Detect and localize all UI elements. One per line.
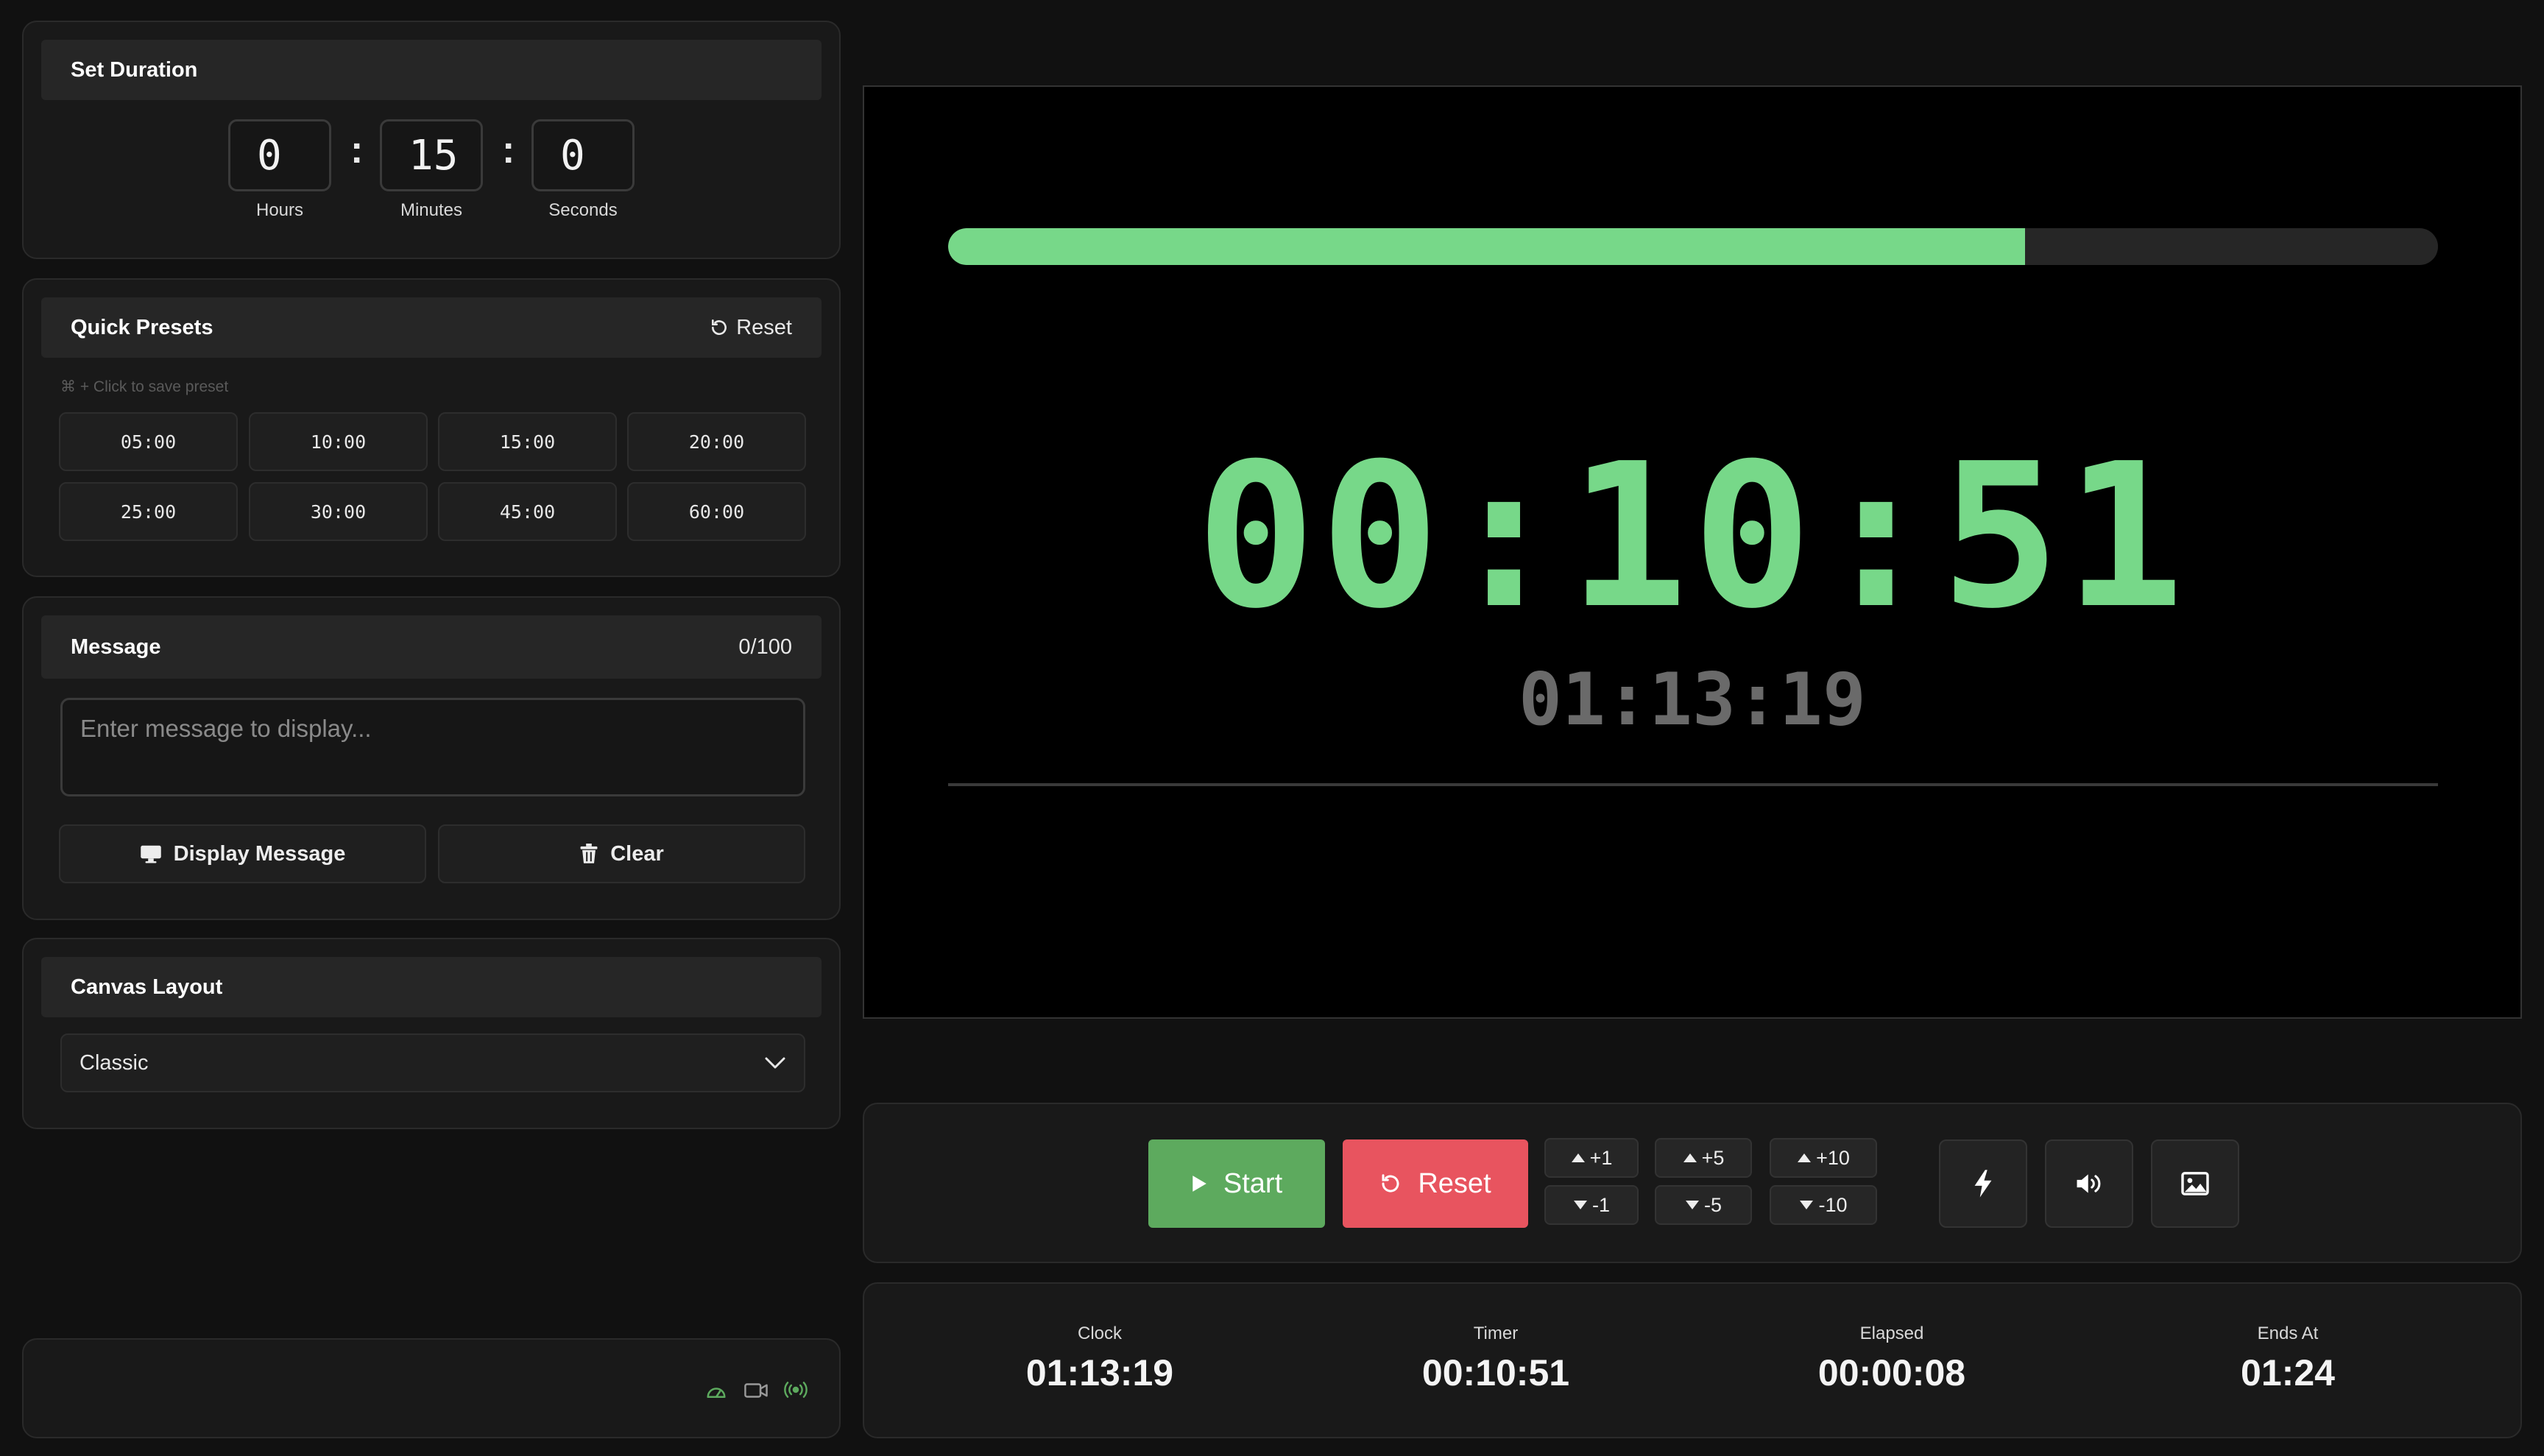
presets-reset-label: Reset — [736, 315, 792, 339]
controls-panel: Start Reset +1 -1 +5 -5 +10 -10 — [863, 1103, 2522, 1263]
preset-button-15-00[interactable]: 15:00 — [438, 412, 617, 471]
add-10-label: +10 — [1816, 1146, 1850, 1169]
minutes-seconds-separator: : — [502, 129, 515, 172]
quick-presets-panel: Quick Presets Reset ⌘ + Click to save pr… — [22, 278, 841, 577]
caret-down-icon — [1685, 1201, 1699, 1209]
seconds-input[interactable]: 0 — [531, 119, 635, 191]
hours-input[interactable]: 0 — [228, 119, 331, 191]
stat-ends-at-label: Ends At — [2257, 1324, 2319, 1343]
canvas-layout-selected: Classic — [80, 1050, 149, 1075]
reset-icon — [712, 319, 727, 336]
canvas-layout-panel: Canvas Layout Classic — [22, 938, 841, 1129]
sound-icon — [2077, 1174, 2101, 1193]
caret-down-icon — [1800, 1201, 1814, 1209]
display-message-button[interactable]: Display Message — [59, 824, 426, 883]
stat-elapsed: Elapsed 00:00:08 — [1730, 1324, 2054, 1394]
quick-presets-header: Quick Presets Reset — [41, 297, 822, 358]
stat-clock-label: Clock — [1077, 1324, 1122, 1343]
stat-elapsed-value: 00:00:08 — [1817, 1352, 1966, 1393]
caret-up-icon — [1683, 1153, 1697, 1162]
display-message-label: Display Message — [173, 841, 346, 866]
stat-timer-value: 00:10:51 — [1421, 1352, 1570, 1393]
set-duration-header: Set Duration — [41, 40, 822, 100]
add-5-minutes-button[interactable]: +5 — [1655, 1138, 1752, 1178]
progress-fill — [948, 228, 2026, 265]
quick-presets-title: Quick Presets — [71, 315, 213, 339]
main-timer-readout: 00:10:51 — [1195, 420, 2189, 652]
clear-message-button[interactable]: Clear — [438, 824, 805, 883]
image-button[interactable] — [2151, 1139, 2239, 1228]
caret-up-icon — [1798, 1153, 1812, 1162]
preset-button-20-00[interactable]: 20:00 — [627, 412, 806, 471]
caret-down-icon — [1573, 1201, 1587, 1209]
add-5-label: +5 — [1701, 1146, 1725, 1169]
canvas-layout-header: Canvas Layout — [41, 957, 822, 1017]
canvas-layout-select[interactable]: Classic — [60, 1033, 805, 1092]
stat-timer: Timer 00:10:51 — [1334, 1324, 1658, 1394]
add-10-minutes-button[interactable]: +10 — [1770, 1138, 1877, 1178]
preset-button-25-00[interactable]: 25:00 — [59, 482, 238, 541]
stats-panel: Clock 01:13:19 Timer 00:10:51 Elapsed 00… — [863, 1282, 2522, 1438]
stat-ends-at: Ends At 01:24 — [2126, 1324, 2450, 1394]
seconds-label: Seconds — [548, 200, 618, 220]
chevron-down-icon — [765, 1057, 785, 1069]
message-char-count: 0/100 — [738, 635, 792, 659]
play-icon — [1192, 1176, 1206, 1192]
broadcast-icon[interactable] — [783, 1379, 808, 1400]
subtract-10-label: -10 — [1818, 1193, 1848, 1216]
canvas-layout-title: Canvas Layout — [71, 975, 223, 999]
caret-up-icon — [1571, 1153, 1585, 1162]
message-header: Message 0/100 — [41, 615, 822, 679]
subtract-1-label: -1 — [1591, 1193, 1610, 1216]
preset-button-05-00[interactable]: 05:00 — [59, 412, 238, 471]
presets-reset-button[interactable]: Reset — [710, 316, 792, 340]
message-input[interactable] — [60, 698, 805, 796]
stat-clock: Clock 01:13:19 — [938, 1324, 1262, 1394]
status-bar-panel — [22, 1338, 841, 1438]
preset-hint: ⌘ + Click to save preset — [60, 378, 229, 395]
sound-button[interactable] — [2045, 1139, 2133, 1228]
camera-icon[interactable] — [743, 1381, 768, 1400]
trash-icon — [580, 844, 598, 863]
reset-icon — [1382, 1174, 1399, 1192]
hours-label: Hours — [255, 200, 304, 220]
preset-button-60-00[interactable]: 60:00 — [627, 482, 806, 541]
subtract-5-minutes-button[interactable]: -5 — [1655, 1185, 1752, 1225]
dashboard-icon[interactable] — [705, 1381, 727, 1400]
flash-button[interactable] — [1939, 1139, 2027, 1228]
preset-button-45-00[interactable]: 45:00 — [438, 482, 617, 541]
hours-minutes-separator: : — [350, 129, 364, 172]
progress-bar — [948, 228, 2438, 265]
preset-button-10-00[interactable]: 10:00 — [249, 412, 428, 471]
set-duration-title: Set Duration — [71, 57, 198, 82]
timer-display: 00:10:51 01:13:19 — [863, 85, 2522, 1019]
preset-button-30-00[interactable]: 30:00 — [249, 482, 428, 541]
subtract-5-label: -5 — [1703, 1193, 1722, 1216]
add-1-label: +1 — [1589, 1146, 1613, 1169]
subtract-1-minute-button[interactable]: -1 — [1544, 1185, 1639, 1225]
reset-button[interactable]: Reset — [1343, 1139, 1528, 1228]
clear-message-label: Clear — [610, 841, 664, 866]
message-title: Message — [71, 635, 161, 659]
message-panel: Message 0/100 Display Message Clear — [22, 596, 841, 920]
monitor-icon — [140, 845, 161, 863]
display-divider — [948, 783, 2438, 786]
set-duration-panel: Set Duration 0 : 15 : 0 Hours Minutes Se… — [22, 21, 841, 259]
stat-timer-label: Timer — [1473, 1324, 1519, 1343]
clock-readout: 01:13:19 — [1518, 658, 1866, 742]
start-label: Start — [1223, 1167, 1283, 1199]
minutes-label: Minutes — [400, 200, 463, 220]
minutes-input[interactable]: 15 — [380, 119, 483, 191]
stat-elapsed-label: Elapsed — [1859, 1324, 1924, 1343]
start-button[interactable]: Start — [1148, 1139, 1325, 1228]
flash-icon — [1974, 1170, 1992, 1198]
subtract-10-minutes-button[interactable]: -10 — [1770, 1185, 1877, 1225]
stat-clock-value: 01:13:19 — [1025, 1352, 1174, 1393]
reset-label: Reset — [1418, 1167, 1491, 1199]
add-1-minute-button[interactable]: +1 — [1544, 1138, 1639, 1178]
stat-ends-at-value: 01:24 — [2241, 1352, 2335, 1393]
image-icon — [2181, 1172, 2209, 1195]
